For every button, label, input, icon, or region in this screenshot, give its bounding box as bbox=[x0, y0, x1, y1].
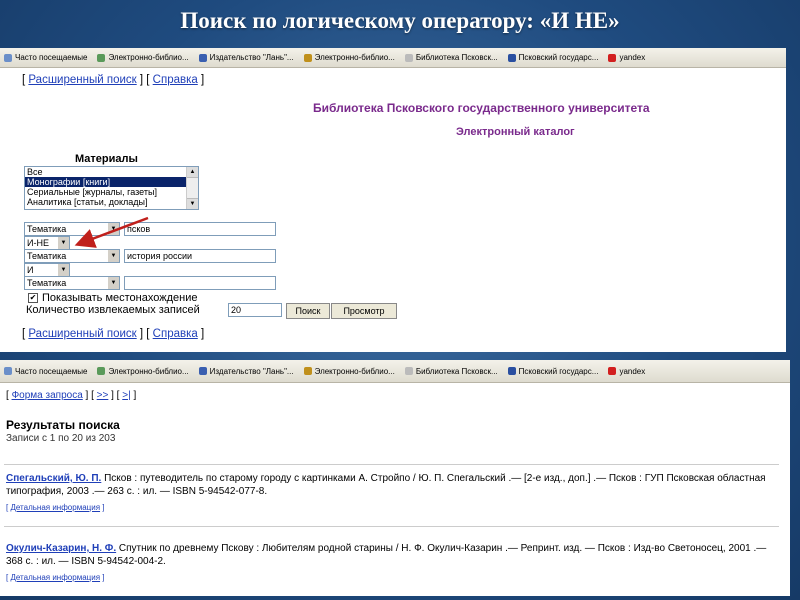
results-nav: [ Форма запроса ] [ >> ] [ >| ] bbox=[6, 390, 137, 401]
search-input-3[interactable] bbox=[124, 276, 276, 290]
record-author-link[interactable]: Окулич-Казарин, Н. Ф. bbox=[6, 543, 116, 554]
chevron-down-icon: ▼ bbox=[58, 237, 69, 249]
record-detail-link[interactable]: Детальная информация bbox=[10, 573, 100, 582]
search-input-1[interactable]: псков bbox=[124, 222, 276, 236]
results-count: Записи с 1 по 20 из 203 bbox=[6, 433, 116, 444]
page-icon bbox=[4, 53, 12, 62]
favorites-bar: Часто посещаемые Электронно-библио... Из… bbox=[0, 360, 790, 383]
record-detail-link[interactable]: Детальная информация bbox=[10, 503, 100, 512]
search-button[interactable]: Поиск bbox=[286, 303, 330, 319]
divider bbox=[4, 526, 779, 527]
favorite-link[interactable]: Электронно-библио... bbox=[97, 367, 189, 376]
record-author-link[interactable]: Спегальский, Ю. П. bbox=[6, 473, 101, 484]
favorite-link[interactable]: Часто посещаемые bbox=[4, 53, 87, 62]
page-icon bbox=[303, 53, 312, 62]
materials-label: Материалы bbox=[75, 153, 138, 165]
advanced-search-link[interactable]: Расширенный поиск bbox=[28, 74, 136, 86]
record-detail: [ Детальная информация ] bbox=[6, 573, 105, 582]
favorite-link[interactable]: Электронно-библио... bbox=[97, 53, 189, 62]
count-input[interactable]: 20 bbox=[228, 303, 282, 317]
result-record: Окулич-Казарин, Н. Ф. Спутник по древнем… bbox=[6, 542, 776, 568]
search-form-screenshot: Часто посещаемые Электронно-библио... Из… bbox=[0, 48, 786, 352]
advanced-search-link[interactable]: Расширенный поиск bbox=[28, 328, 136, 340]
yandex-icon bbox=[608, 53, 617, 62]
operator-select-1[interactable]: И-НЕ ▼ bbox=[24, 236, 70, 250]
record-detail: [ Детальная информация ] bbox=[6, 503, 105, 512]
checkbox-checked-icon[interactable]: ✔ bbox=[28, 293, 38, 303]
materials-option[interactable]: Аналитика [статьи, доклады] bbox=[25, 197, 187, 207]
divider bbox=[4, 464, 779, 465]
page-icon bbox=[97, 367, 106, 375]
count-label: Количество извлекаемых записей bbox=[26, 304, 200, 316]
favorites-bar: Часто посещаемые Электронно-библио... Из… bbox=[0, 48, 786, 68]
top-links: [ Расширенный поиск ] [ Справка ] bbox=[22, 74, 205, 86]
record-description: Псков : путеводитель по старому городу с… bbox=[6, 473, 766, 497]
field-select-1[interactable]: Тематика ▼ bbox=[24, 222, 120, 236]
show-location-option[interactable]: ✔ Показывать местонахождение bbox=[28, 292, 197, 304]
results-screenshot: Часто посещаемые Электронно-библио... Из… bbox=[0, 360, 790, 596]
page-icon bbox=[404, 53, 413, 62]
materials-option-selected[interactable]: Монографии [книги] bbox=[25, 177, 187, 187]
view-button[interactable]: Просмотр bbox=[331, 303, 397, 319]
field-select-3[interactable]: Тематика ▼ bbox=[24, 276, 120, 290]
favorite-link[interactable]: Электронно-библио... bbox=[303, 53, 395, 62]
query-form-link[interactable]: Форма запроса bbox=[12, 390, 83, 401]
favorite-link[interactable]: Издательство "Лань"... bbox=[198, 367, 294, 376]
page-icon bbox=[4, 367, 12, 375]
page-icon bbox=[97, 53, 106, 62]
help-link[interactable]: Справка bbox=[153, 328, 198, 340]
page-icon bbox=[198, 53, 207, 62]
favorite-link[interactable]: yandex bbox=[608, 367, 645, 376]
yandex-icon bbox=[608, 367, 617, 375]
result-record: Спегальский, Ю. П. Псков : путеводитель … bbox=[6, 472, 776, 498]
next-page-link[interactable]: >> bbox=[97, 390, 109, 401]
catalog-title: Электронный каталог bbox=[456, 126, 575, 138]
page-icon bbox=[198, 367, 207, 375]
page-icon bbox=[404, 367, 413, 375]
favorite-link[interactable]: Часто посещаемые bbox=[4, 367, 87, 376]
last-page-link[interactable]: >| bbox=[122, 390, 130, 401]
favorite-link[interactable]: yandex bbox=[608, 53, 645, 62]
scroll-down-icon[interactable]: ▼ bbox=[187, 198, 198, 209]
help-link[interactable]: Справка bbox=[153, 74, 198, 86]
page-icon bbox=[507, 53, 516, 62]
results-title: Результаты поиска bbox=[6, 418, 120, 432]
search-input-2[interactable]: история россии bbox=[124, 249, 276, 263]
materials-listbox[interactable]: Все Монографии [книги] Сериальные [журна… bbox=[24, 166, 199, 210]
chevron-down-icon: ▼ bbox=[108, 277, 119, 289]
favorite-link[interactable]: Псковский государс... bbox=[507, 367, 598, 376]
bottom-links: [ Расширенный поиск ] [ Справка ] bbox=[22, 328, 205, 340]
chevron-down-icon: ▼ bbox=[108, 223, 119, 235]
favorite-link[interactable]: Библиотека Псковск... bbox=[404, 53, 498, 62]
library-title: Библиотека Псковского государственного у… bbox=[313, 101, 650, 115]
favorite-link[interactable]: Библиотека Псковск... bbox=[404, 367, 498, 376]
listbox-scrollbar[interactable]: ▲ ▼ bbox=[186, 167, 198, 209]
materials-option[interactable]: Все bbox=[25, 167, 187, 177]
favorite-link[interactable]: Электронно-библио... bbox=[303, 367, 395, 376]
page-icon bbox=[303, 367, 312, 375]
record-description: Спутник по древнему Пскову : Любителям р… bbox=[6, 543, 767, 567]
page-icon bbox=[507, 367, 516, 375]
materials-option[interactable]: Сериальные [журналы, газеты] bbox=[25, 187, 187, 197]
operator-select-2[interactable]: И ▼ bbox=[24, 263, 70, 277]
chevron-down-icon: ▼ bbox=[58, 264, 69, 276]
scroll-up-icon[interactable]: ▲ bbox=[187, 167, 198, 178]
slide-title: Поиск по логическому оператору: «И НЕ» bbox=[180, 8, 620, 33]
favorite-link[interactable]: Издательство "Лань"... bbox=[198, 53, 294, 62]
chevron-down-icon: ▼ bbox=[108, 250, 119, 262]
favorite-link[interactable]: Псковский государс... bbox=[507, 53, 598, 62]
field-select-2[interactable]: Тематика ▼ bbox=[24, 249, 120, 263]
